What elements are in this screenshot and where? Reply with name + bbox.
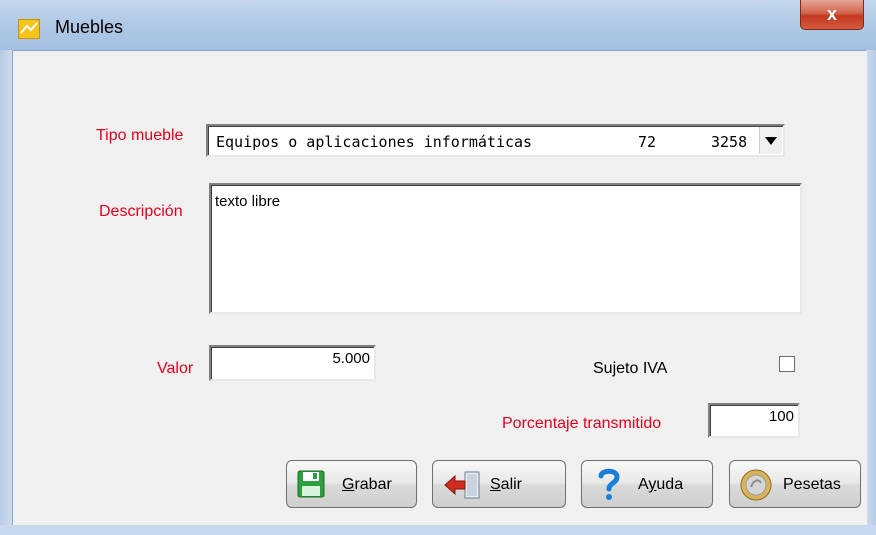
pesetas-button[interactable]: Pesetas	[729, 460, 861, 508]
coin-icon	[740, 469, 772, 506]
tipo-mueble-label: Tipo mueble	[96, 127, 184, 144]
tipo-mueble-combobox[interactable]: Equipos o aplicaciones informáticas 72 3…	[206, 124, 785, 157]
salir-button[interactable]: Salir	[432, 460, 566, 508]
porcentaje-input[interactable]: 100	[708, 403, 800, 438]
dropdown-arrow-icon[interactable]	[759, 127, 782, 154]
title-bar[interactable]: Muebles x	[0, 0, 876, 51]
tipo-mueble-value: Equipos o aplicaciones informáticas	[216, 133, 533, 151]
tipo-mueble-code: 72	[638, 133, 657, 151]
app-window-icon	[18, 19, 40, 39]
close-icon: x	[826, 4, 837, 24]
descripcion-value: texto libre	[215, 193, 281, 210]
grabar-button[interactable]: Grabar	[286, 460, 417, 508]
window-left-border	[0, 50, 12, 535]
floppy-disk-icon	[297, 470, 325, 503]
tipo-mueble-amount: 3258	[711, 133, 748, 151]
ayuda-label: Ayuda	[638, 476, 684, 493]
porcentaje-value: 100	[768, 408, 794, 425]
grabar-label: Grabar	[342, 476, 392, 493]
sujeto-iva-checkbox[interactable]	[779, 356, 795, 372]
window-bottom-border	[0, 525, 876, 535]
descripcion-textarea[interactable]: texto libre	[209, 183, 802, 314]
porcentaje-label: Porcentaje transmitido	[502, 415, 662, 432]
sujeto-iva-label: Sujeto IVA	[593, 360, 668, 377]
ayuda-button[interactable]: Ayuda	[581, 460, 713, 508]
pesetas-label: Pesetas	[783, 476, 841, 493]
close-button[interactable]: x	[800, 0, 864, 30]
window-title: Muebles	[55, 17, 124, 37]
valor-input[interactable]: 5.000	[209, 345, 376, 381]
valor-value: 5.000	[332, 350, 370, 367]
salir-label: Salir	[490, 476, 523, 493]
question-mark-icon	[598, 467, 620, 506]
window-right-border	[866, 50, 876, 535]
valor-label: Valor	[157, 360, 194, 377]
exit-arrow-icon	[443, 471, 483, 504]
descripcion-label: Descripción	[99, 203, 183, 220]
